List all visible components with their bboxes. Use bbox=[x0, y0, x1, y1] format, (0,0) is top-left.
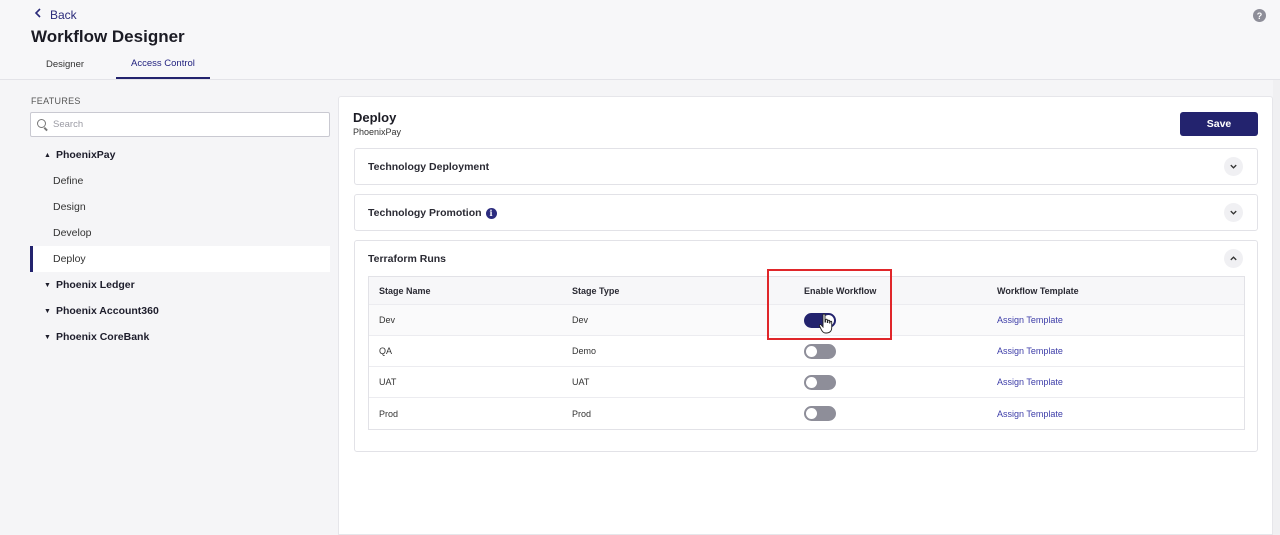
tab-designer[interactable]: Designer bbox=[30, 50, 100, 79]
workflow-template-cell: Assign Template bbox=[987, 409, 1063, 419]
tree-item-deploy[interactable]: Deploy bbox=[30, 246, 330, 272]
workflow-template-cell: Assign Template bbox=[987, 377, 1063, 387]
column-header-stage-type: Stage Type bbox=[572, 285, 620, 296]
panel-title: Technology Deployment bbox=[368, 161, 490, 173]
column-header-enable-workflow: Enable Workflow bbox=[804, 285, 877, 296]
table-row: Dev Dev Assign Template bbox=[369, 305, 1244, 336]
stage-type-cell: UAT bbox=[572, 377, 590, 387]
page-title: Workflow Designer bbox=[31, 27, 185, 46]
features-label: FEATURES bbox=[31, 96, 81, 106]
help-icon[interactable]: ? bbox=[1253, 9, 1266, 22]
info-icon[interactable]: i bbox=[485, 207, 497, 219]
features-sidebar: FEATURES ▲ PhoenixPay Define Design Deve… bbox=[0, 80, 338, 535]
assign-template-link[interactable]: Assign Template bbox=[997, 315, 1063, 325]
search-icon bbox=[37, 119, 48, 130]
save-button[interactable]: Save bbox=[1180, 112, 1258, 136]
enable-workflow-toggle[interactable] bbox=[804, 374, 836, 390]
panel-terraform-runs: Terraform Runs Stage Name Stage Type Ena… bbox=[354, 240, 1258, 452]
tree-group-label: Phoenix Account360 bbox=[55, 305, 159, 317]
tree-group-label: Phoenix Ledger bbox=[55, 279, 135, 291]
enable-workflow-toggle[interactable] bbox=[804, 406, 836, 421]
caret-down-icon: ▼ bbox=[44, 281, 51, 289]
panel-technology-deployment: Technology Deployment bbox=[354, 148, 1258, 185]
panel-title: Terraform Runs bbox=[368, 253, 446, 265]
tree-item-design[interactable]: Design bbox=[30, 194, 330, 220]
table-row: Prod Prod Assign Template bbox=[369, 398, 1244, 429]
tree-group-phoenix-account360[interactable]: ▼ Phoenix Account360 bbox=[30, 298, 330, 324]
assign-template-link[interactable]: Assign Template bbox=[997, 377, 1063, 387]
stage-name-cell: QA bbox=[379, 346, 393, 356]
column-header-workflow-template: Workflow Template bbox=[997, 285, 1079, 296]
chevron-left-icon bbox=[34, 7, 42, 21]
enable-workflow-toggle[interactable] bbox=[804, 312, 836, 328]
search-input[interactable] bbox=[53, 119, 313, 130]
chevron-up-icon bbox=[1230, 256, 1237, 261]
enable-workflow-cell bbox=[794, 406, 987, 421]
column-header-stage-name: Stage Name bbox=[379, 285, 431, 296]
stage-name-cell: Dev bbox=[379, 315, 396, 325]
enable-workflow-cell bbox=[794, 374, 987, 390]
panel-technology-promotion: Technology Promotion i bbox=[354, 194, 1258, 231]
tree-group-phoenix-ledger[interactable]: ▼ Phoenix Ledger bbox=[30, 272, 330, 298]
caret-up-icon: ▲ bbox=[44, 151, 51, 159]
assign-template-link[interactable]: Assign Template bbox=[997, 346, 1063, 356]
enable-workflow-cell bbox=[794, 343, 987, 359]
workflow-template-cell: Assign Template bbox=[987, 315, 1063, 325]
tab-access-control[interactable]: Access Control bbox=[116, 50, 210, 79]
stage-type-cell: Demo bbox=[572, 346, 597, 356]
back-label: Back bbox=[50, 8, 77, 22]
stage-type-cell: Dev bbox=[572, 315, 589, 325]
panel-header[interactable]: Technology Promotion i bbox=[355, 195, 1257, 231]
chevron-down-icon bbox=[1230, 210, 1237, 215]
caret-down-icon: ▼ bbox=[44, 333, 51, 341]
collapse-button[interactable] bbox=[1224, 249, 1243, 268]
tree-item-define[interactable]: Define bbox=[30, 168, 330, 194]
tree-group-phoenix-corebank[interactable]: ▼ Phoenix CoreBank bbox=[30, 324, 330, 350]
stage-type-cell: Prod bbox=[572, 408, 592, 419]
expand-button[interactable] bbox=[1224, 157, 1243, 176]
caret-down-icon: ▼ bbox=[44, 307, 51, 315]
tab-bar: Designer Access Control bbox=[30, 50, 210, 79]
feature-tree: ▲ PhoenixPay Define Design Develop Deplo… bbox=[30, 142, 330, 350]
tree-group-label: Phoenix CoreBank bbox=[55, 331, 150, 343]
section-title: Deploy bbox=[353, 110, 397, 125]
enable-workflow-cell bbox=[794, 312, 987, 328]
tree-group-phoenixpay[interactable]: ▲ PhoenixPay bbox=[30, 142, 330, 168]
enable-workflow-toggle[interactable] bbox=[804, 343, 836, 359]
expand-button[interactable] bbox=[1224, 203, 1243, 222]
section-subtitle: PhoenixPay bbox=[353, 127, 402, 137]
table-header-row: Stage Name Stage Type Enable Workflow Wo… bbox=[369, 277, 1244, 305]
deploy-card: Deploy PhoenixPay Save Technology Deploy… bbox=[338, 96, 1273, 535]
panel-title: Technology Promotion bbox=[368, 207, 482, 219]
page-header: Back Workflow Designer ? Designer Access… bbox=[0, 0, 1280, 80]
tree-item-develop[interactable]: Develop bbox=[30, 220, 330, 246]
stage-name-cell: Prod bbox=[379, 408, 399, 419]
assign-template-link[interactable]: Assign Template bbox=[997, 409, 1063, 419]
scrollbar[interactable] bbox=[1273, 80, 1280, 535]
workflow-template-cell: Assign Template bbox=[987, 346, 1063, 356]
table-row: UAT UAT Assign Template bbox=[369, 367, 1244, 398]
panel-header[interactable]: Terraform Runs bbox=[355, 241, 1257, 277]
panel-header[interactable]: Technology Deployment bbox=[355, 149, 1257, 185]
tree-group-label: PhoenixPay bbox=[55, 149, 116, 161]
stage-name-cell: UAT bbox=[379, 377, 397, 387]
stages-table: Stage Name Stage Type Enable Workflow Wo… bbox=[368, 276, 1245, 430]
table-row: QA Demo Assign Template bbox=[369, 336, 1244, 367]
search-box bbox=[30, 112, 330, 137]
back-link[interactable]: Back bbox=[34, 8, 77, 22]
chevron-down-icon bbox=[1230, 164, 1237, 169]
